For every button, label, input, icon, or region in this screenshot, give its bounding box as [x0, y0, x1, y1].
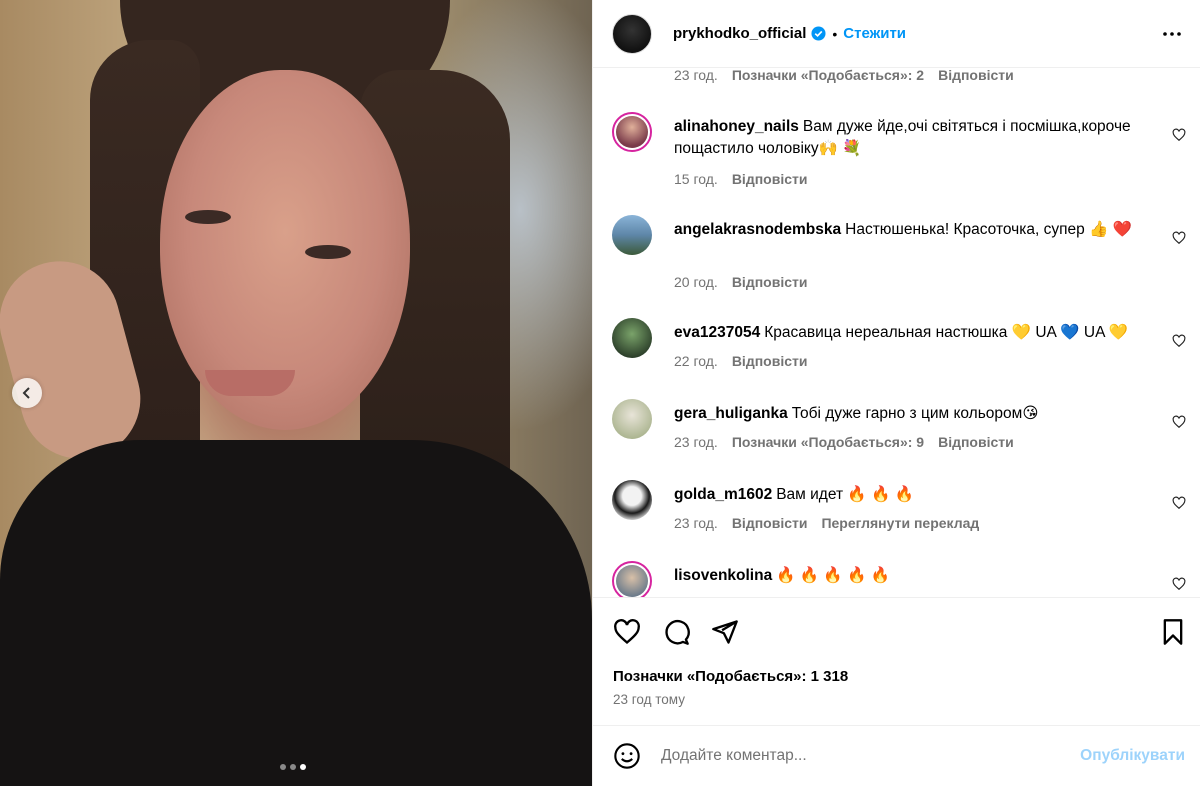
comment-meta: 15 год. Відповісти: [674, 171, 807, 187]
commenter-username[interactable]: golda_m1602: [674, 486, 772, 503]
post-actions: Позначки «Подобається»: 1 318 23 год том…: [593, 597, 1200, 725]
comment-time: 23 год.: [674, 434, 718, 450]
heart-icon[interactable]: [613, 618, 641, 646]
comment-time: 20 год.: [674, 274, 718, 290]
comment-text: alinahoney_nails Вам дуже йде,очі світять…: [674, 116, 1144, 160]
commenter-username[interactable]: angelakrasnodembska: [674, 221, 841, 238]
comment-meta: 23 год. Позначки «Подобається»: 2 Відпов…: [674, 69, 1014, 83]
comment-input[interactable]: [661, 747, 1051, 765]
comment-composer: Опублікувати: [593, 725, 1200, 786]
comment-time: 22 год.: [674, 353, 718, 369]
comment-body: Красавица нереальная настюшка 💛 UA 💙 UA …: [764, 324, 1129, 341]
comment-time: 15 год.: [674, 171, 718, 187]
carousel-dot-active: [300, 764, 306, 770]
follow-button[interactable]: Стежити: [843, 25, 906, 42]
reply-button[interactable]: Відповісти: [938, 434, 1014, 450]
comment-meta: 23 год. Позначки «Подобається»: 9 Відпов…: [674, 434, 1014, 450]
commenter-avatar[interactable]: [612, 561, 652, 597]
commenter-avatar[interactable]: [612, 318, 652, 358]
commenter-avatar[interactable]: [612, 399, 652, 439]
reply-button[interactable]: Відповісти: [732, 171, 808, 187]
more-options-icon: [1163, 31, 1181, 36]
comment-body: 🔥 🔥 🔥 🔥 🔥: [776, 567, 890, 584]
author-username[interactable]: prykhodko_official: [673, 25, 806, 42]
post-timestamp: 23 год тому: [613, 692, 685, 707]
comment-icon[interactable]: [662, 618, 690, 646]
heart-icon[interactable]: [1172, 577, 1186, 591]
heart-icon[interactable]: [1172, 334, 1186, 348]
photo-shape: [205, 370, 295, 396]
header-separator: •: [832, 25, 838, 42]
see-translation-button[interactable]: Переглянути переклад: [821, 515, 979, 531]
heart-icon[interactable]: [1172, 231, 1186, 245]
chevron-left-icon: [22, 387, 30, 399]
post-header: prykhodko_official • Стежити: [593, 0, 1200, 68]
post-likes-count[interactable]: Позначки «Подобається»: 1 318: [613, 668, 848, 685]
comments-list[interactable]: 23 год. Позначки «Подобається»: 2 Відпов…: [593, 69, 1200, 597]
commenter-username[interactable]: lisovenkolina: [674, 567, 772, 584]
carousel-prev-button[interactable]: [12, 378, 42, 408]
commenter-username[interactable]: eva1237054: [674, 324, 760, 341]
heart-icon[interactable]: [1172, 415, 1186, 429]
reply-button[interactable]: Відповісти: [732, 274, 808, 290]
comment-text: golda_m1602 Вам идет 🔥 🔥 🔥: [674, 484, 1144, 506]
comment-text: lisovenkolina 🔥 🔥 🔥 🔥 🔥: [674, 565, 1144, 587]
commenter-avatar[interactable]: [612, 215, 652, 255]
post-details-pane: prykhodko_official • Стежити 23 год. Поз…: [592, 0, 1200, 786]
comment-text: eva1237054 Красавица нереальная настюшка …: [674, 322, 1144, 344]
emoji-icon[interactable]: [613, 742, 641, 770]
comment-body: Тобі дуже гарно з цим кольором😘: [791, 405, 1039, 422]
comment-body: Настюшенька! Красоточка, супер 👍 ❤️: [845, 221, 1132, 238]
comment-meta: 20 год. Відповісти: [674, 274, 807, 290]
comment-time: 23 год.: [674, 515, 718, 531]
reply-button[interactable]: Відповісти: [938, 69, 1014, 83]
commenter-username[interactable]: gera_huliganka: [674, 405, 788, 422]
heart-icon[interactable]: [1172, 496, 1186, 510]
comment-meta: 22 год. Відповісти: [674, 353, 807, 369]
comment-meta: 23 год. Відповісти Переглянути переклад: [674, 515, 979, 531]
comment-body: Вам идет 🔥 🔥 🔥: [776, 486, 914, 503]
reply-button[interactable]: Відповісти: [732, 515, 808, 531]
comment-time: 23 год.: [674, 69, 718, 83]
bookmark-icon[interactable]: [1159, 618, 1187, 646]
commenter-username[interactable]: alinahoney_nails: [674, 118, 799, 135]
comment-likes-count[interactable]: Позначки «Подобається»: 9: [732, 434, 924, 450]
comment-likes-count[interactable]: Позначки «Подобається»: 2: [732, 69, 924, 83]
comment-text: gera_huliganka Тобі дуже гарно з цим коль…: [674, 403, 1144, 425]
verified-badge-icon: [811, 26, 826, 41]
commenter-avatar[interactable]: [612, 112, 652, 152]
carousel-dot: [280, 764, 286, 770]
post-photo: [0, 0, 592, 786]
author-avatar[interactable]: [612, 13, 652, 54]
post-comment-button[interactable]: Опублікувати: [1080, 747, 1185, 765]
photo-shape: [185, 210, 231, 224]
reply-button[interactable]: Відповісти: [732, 353, 808, 369]
carousel-dot: [290, 764, 296, 770]
photo-shape: [0, 440, 592, 786]
more-options-button[interactable]: [1160, 22, 1184, 46]
commenter-avatar[interactable]: [612, 480, 652, 520]
comment-text: angelakrasnodembska Настюшенька! Красоточ…: [674, 219, 1144, 241]
heart-icon[interactable]: [1172, 128, 1186, 142]
photo-shape: [305, 245, 351, 259]
share-icon[interactable]: [711, 618, 739, 646]
carousel-dots: [280, 764, 306, 770]
